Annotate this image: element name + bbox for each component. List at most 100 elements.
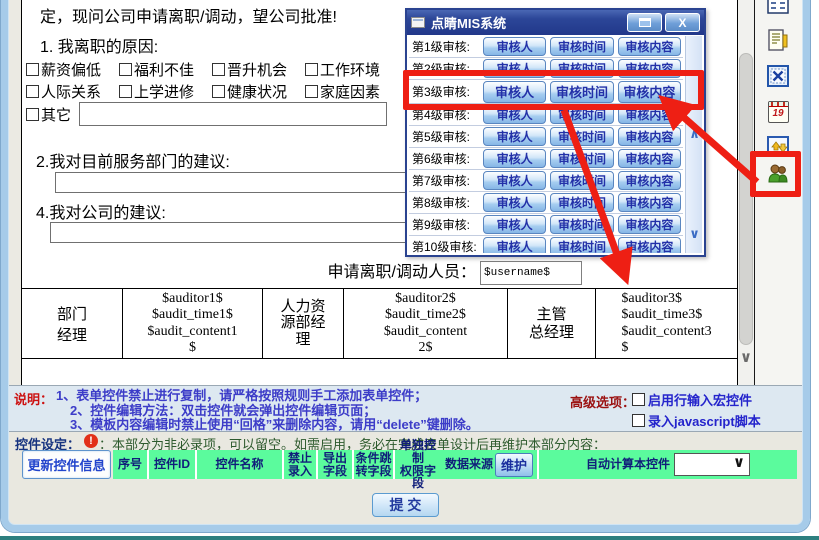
- audit-level-row: 第5级审核:审核人审核时间审核内容: [409, 126, 683, 148]
- close-button[interactable]: X: [665, 13, 700, 32]
- scroll-up-icon[interactable]: ∧: [686, 126, 703, 142]
- reason-checkbox[interactable]: [212, 63, 225, 76]
- delete-x-icon[interactable]: [766, 64, 790, 88]
- other-reason-row: 其它: [26, 102, 387, 126]
- import-icon[interactable]: [766, 134, 790, 158]
- advanced-option-checkbox[interactable]: [632, 414, 645, 427]
- users-icon[interactable]: [766, 162, 790, 186]
- audit-content-button[interactable]: 审核内容: [618, 193, 681, 212]
- toolbar-icon-rail: 19: [755, 0, 803, 385]
- scrollbar-thumb[interactable]: [739, 53, 753, 345]
- audit-time-button[interactable]: 审核时间: [550, 105, 613, 124]
- other-reason-input[interactable]: [79, 102, 387, 126]
- audit-time-button[interactable]: 审核时间: [550, 193, 613, 212]
- scroll-down-icon[interactable]: ∨: [686, 226, 703, 242]
- advanced-options-label: 高级选项：: [570, 392, 635, 411]
- reason-label: 福利不佳: [134, 59, 194, 80]
- autocalc-select[interactable]: ∨: [674, 453, 750, 476]
- auditor-button[interactable]: 审核人: [483, 37, 546, 56]
- reason-option: 健康状况: [212, 81, 305, 102]
- audit-level-row: 第8级审核:审核人审核时间审核内容: [409, 192, 683, 214]
- restore-button[interactable]: [627, 13, 662, 32]
- department-suggestion-input[interactable]: [55, 172, 421, 193]
- audit-content-button[interactable]: 审核内容: [618, 81, 681, 103]
- dialog-titlebar[interactable]: 点睛MIS系统 X: [407, 10, 704, 35]
- audit-content-button[interactable]: 审核内容: [618, 149, 681, 168]
- toolbar-column-header: 控件ID: [149, 450, 195, 479]
- audit-level-label: 第9级审核:: [409, 216, 481, 233]
- reason-checkbox[interactable]: [26, 63, 39, 76]
- submit-button[interactable]: 提 交: [372, 493, 439, 517]
- reason-label: 健康状况: [227, 81, 287, 102]
- table-cell-auditor3-vars: $auditor3$ $audit_time3$ $audit_content3…: [595, 289, 737, 358]
- reason-checkbox-row-2: 人际关系上学进修健康状况家庭因素: [26, 81, 398, 102]
- scrollbar-down-icon[interactable]: ∨: [738, 348, 754, 366]
- audit-signature-table: 部门 经理 $auditor1$ $audit_time1$ $audit_co…: [22, 288, 738, 359]
- dialog-scrollbar[interactable]: ∧ ∨: [685, 36, 702, 253]
- table-cell-hr-manager: 人力资 源部经 理: [262, 289, 343, 358]
- audit-content-button[interactable]: 审核内容: [618, 37, 681, 56]
- audit-content-button[interactable]: 审核内容: [618, 127, 681, 146]
- question-1-label: 1. 我离职的原因:: [40, 33, 158, 57]
- audit-level-row: 第10级审核:审核人审核时间审核内容: [409, 236, 683, 253]
- question-4-label: 4.我对公司的建议:: [36, 199, 166, 223]
- restore-icon: [639, 18, 651, 27]
- auditor-button[interactable]: 审核人: [483, 81, 546, 103]
- other-checkbox[interactable]: [26, 108, 39, 121]
- other-label: 其它: [41, 104, 71, 125]
- auditor-button[interactable]: 审核人: [483, 215, 546, 234]
- auditor-button[interactable]: 审核人: [483, 105, 546, 124]
- audit-time-button[interactable]: 审核时间: [550, 149, 613, 168]
- advanced-option-checkbox[interactable]: [632, 393, 645, 406]
- company-suggestion-input[interactable]: [50, 222, 421, 243]
- audit-time-button[interactable]: 审核时间: [550, 215, 613, 234]
- audit-level-row: 第7级审核:审核人审核时间审核内容: [409, 170, 683, 192]
- calendar-icon[interactable]: 19: [766, 100, 790, 124]
- reason-checkbox[interactable]: [119, 63, 132, 76]
- audit-level-label: 第5级审核:: [409, 128, 481, 145]
- audit-content-button[interactable]: 审核内容: [618, 215, 681, 234]
- audit-content-button[interactable]: 审核内容: [618, 171, 681, 190]
- audit-time-button[interactable]: 审核时间: [550, 37, 613, 56]
- reason-label: 人际关系: [41, 81, 101, 102]
- auditor-button[interactable]: 审核人: [483, 59, 546, 78]
- update-controls-button[interactable]: 更新控件信息: [22, 450, 111, 479]
- mis-dialog: 点睛MIS系统 X 第1级审核:审核人审核时间审核内容第2级审核:审核人审核时间…: [405, 8, 706, 257]
- reason-option: 薪资偏低: [26, 59, 119, 80]
- instruction-line: 2、控件编辑方法：双击控件就会弹出控件编辑页面；: [56, 404, 479, 419]
- list-icon[interactable]: [766, 0, 790, 15]
- audit-level-row: 第6级审核:审核人审核时间审核内容: [409, 148, 683, 170]
- reason-checkbox[interactable]: [305, 63, 318, 76]
- auditor-button[interactable]: 审核人: [483, 149, 546, 168]
- reason-checkbox[interactable]: [119, 85, 132, 98]
- reason-option: 家庭因素: [305, 81, 398, 102]
- auditor-button[interactable]: 审核人: [483, 127, 546, 146]
- reason-checkbox[interactable]: [26, 85, 39, 98]
- toolbar-column-header: 条件跳 转字段: [354, 450, 393, 479]
- auditor-button[interactable]: 审核人: [483, 193, 546, 212]
- auditor-button[interactable]: 审核人: [483, 237, 546, 253]
- audit-level-row: 第9级审核:审核人审核时间审核内容: [409, 214, 683, 236]
- reason-checkbox[interactable]: [212, 85, 225, 98]
- reason-checkbox[interactable]: [305, 85, 318, 98]
- audit-content-button[interactable]: 审核内容: [618, 105, 681, 124]
- reason-option: 上学进修: [119, 81, 212, 102]
- question-2-label: 2.我对目前服务部门的建议:: [36, 148, 230, 172]
- document-edit-icon[interactable]: [766, 28, 790, 52]
- audit-level-label: 第10级审核:: [409, 238, 481, 253]
- maintain-button[interactable]: 维护: [495, 453, 533, 477]
- audit-content-button[interactable]: 审核内容: [618, 59, 681, 78]
- auditor-button[interactable]: 审核人: [483, 171, 546, 190]
- audit-level-label: 第8级审核:: [409, 194, 481, 211]
- intro-text: 定，现问公司申请离职/调动，望公司批准!: [40, 3, 337, 27]
- audit-time-button[interactable]: 审核时间: [550, 59, 613, 78]
- applicant-username-input[interactable]: [480, 261, 582, 285]
- audit-level-label: 第6级审核:: [409, 150, 481, 167]
- audit-time-button[interactable]: 审核时间: [550, 81, 613, 103]
- audit-time-button[interactable]: 审核时间: [550, 171, 613, 190]
- audit-content-button[interactable]: 审核内容: [618, 237, 681, 253]
- advanced-option-label: 录入javascript脚本: [648, 411, 761, 430]
- editor-scrollbar[interactable]: ∨: [738, 0, 754, 385]
- audit-time-button[interactable]: 审核时间: [550, 237, 613, 253]
- audit-time-button[interactable]: 审核时间: [550, 127, 613, 146]
